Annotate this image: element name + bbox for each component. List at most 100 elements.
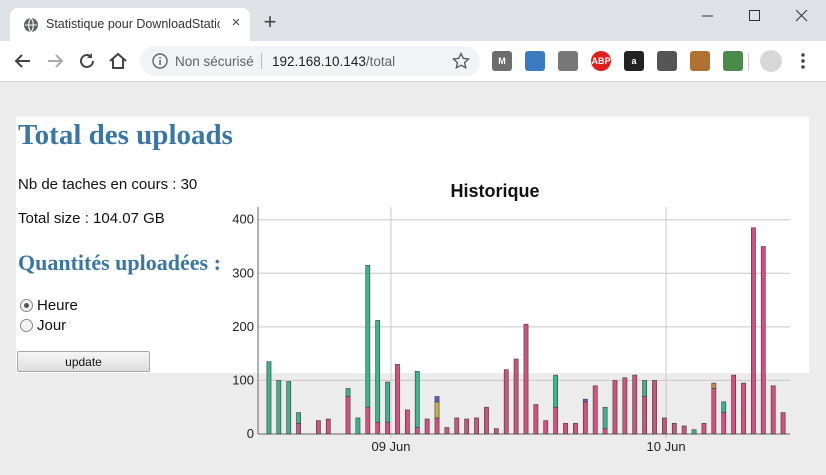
close-tab-icon[interactable]: × <box>226 13 246 33</box>
y-tick-label: 200 <box>232 319 254 334</box>
address-bar[interactable]: Non sécurisé 192.168.10.143/total <box>140 46 480 76</box>
history-chart: Historique 0 100 200 300 400 09 Jun 10 Jun <box>232 181 790 454</box>
bar-segment <box>622 377 628 435</box>
radio-heure[interactable]: Heure <box>20 296 78 314</box>
bar-segment <box>385 421 390 435</box>
bar-segment <box>602 406 608 429</box>
bar-segment <box>741 382 746 435</box>
bar-segment <box>316 420 321 435</box>
radio-heure-button[interactable] <box>20 298 33 312</box>
bar-segment <box>721 412 727 435</box>
bar-segment <box>652 380 657 435</box>
bar-segment <box>493 428 499 435</box>
bar-segment <box>770 385 776 435</box>
bar-segment <box>484 406 489 435</box>
back-icon[interactable] <box>12 50 34 72</box>
y-tick-label: 400 <box>232 212 254 227</box>
url-text[interactable]: 192.168.10.143/total <box>272 54 395 69</box>
adblock-icon[interactable]: ABP <box>591 51 611 71</box>
bar-segment <box>266 361 272 435</box>
bar-segment <box>414 427 420 435</box>
bar-segment <box>592 385 598 435</box>
update-button[interactable]: update <box>17 351 150 372</box>
bar-segment <box>642 396 648 435</box>
bar-segment <box>563 422 568 435</box>
bar-segment <box>325 418 331 435</box>
reload-icon[interactable] <box>76 50 98 72</box>
edit-extension-icon[interactable] <box>690 51 710 71</box>
bar-segment <box>355 417 361 435</box>
bulb-extension-icon[interactable] <box>657 51 677 71</box>
bar-segment <box>434 396 440 403</box>
bar-segment <box>395 364 400 435</box>
bar-segment <box>543 420 549 435</box>
minimize-button[interactable] <box>686 0 731 32</box>
bar-segment <box>701 422 707 435</box>
bar-segment <box>573 422 578 435</box>
bar-segment <box>780 412 786 435</box>
bar-segment <box>632 374 638 435</box>
bar-segment <box>582 401 588 435</box>
security-label: Non sécurisé <box>175 54 254 69</box>
browser-tab[interactable]: Statistique pour DownloadStation × <box>10 8 250 41</box>
bar-segment <box>662 417 667 435</box>
amazon-icon[interactable]: a <box>624 51 644 71</box>
gmail-icon[interactable]: M <box>492 51 512 71</box>
globe-icon <box>24 17 38 33</box>
bar-segment <box>375 320 381 423</box>
bar-segment <box>404 409 410 435</box>
bar-segment <box>276 380 282 435</box>
x-tick-label: 10 Jun <box>647 439 686 454</box>
bar-segment <box>424 418 430 435</box>
bar-segment <box>711 382 717 389</box>
info-icon[interactable] <box>152 53 168 69</box>
bar-segment <box>454 417 460 435</box>
reader-extension-icon[interactable] <box>723 51 743 71</box>
bar-segment <box>731 374 736 435</box>
radio-jour[interactable]: Jour <box>20 316 66 334</box>
bar-segment <box>533 404 539 435</box>
close-icon <box>796 10 808 22</box>
bar-segment <box>760 246 766 435</box>
bar-segment <box>474 417 479 435</box>
new-tab-button[interactable]: + <box>259 11 281 34</box>
url-host: 192.168.10.143 <box>272 54 366 69</box>
chat-extension-icon[interactable] <box>558 51 578 71</box>
bar-segment <box>434 401 440 419</box>
y-tick-label: 300 <box>232 265 254 280</box>
bar-segment <box>671 422 677 435</box>
bar-segment <box>345 388 351 397</box>
forward-icon[interactable] <box>44 50 66 72</box>
menu-dots-icon[interactable] <box>796 50 810 72</box>
bar-segment <box>345 396 351 435</box>
browser-toolbar: Non sécurisé 192.168.10.143/total M ABP a <box>0 41 826 82</box>
page-title: Total des uploads <box>18 119 233 151</box>
running-tasks-text: Nb de taches en cours : 30 <box>18 176 198 193</box>
bar-segment <box>414 371 420 428</box>
bar-segment <box>721 401 727 413</box>
y-tick-label: 100 <box>232 372 254 387</box>
bar-segment <box>286 381 292 435</box>
maximize-button[interactable] <box>733 0 778 32</box>
profile-avatar-icon[interactable] <box>760 50 782 72</box>
bar-segment <box>513 358 519 435</box>
total-size-text: Total size : 104.07 GB <box>18 210 165 227</box>
close-window-button[interactable] <box>780 0 825 32</box>
bar-segment <box>523 323 529 435</box>
bookmark-star-icon[interactable] <box>452 52 470 70</box>
url-path: /total <box>365 54 396 69</box>
bar-segment <box>365 264 371 408</box>
bar-segment <box>503 369 509 435</box>
minimize-icon <box>702 15 713 17</box>
bar-segment <box>553 374 559 408</box>
tab-title: Statistique pour DownloadStation <box>46 17 220 31</box>
radio-jour-button[interactable] <box>20 318 33 332</box>
bar-segment <box>464 418 470 435</box>
bar-segment <box>365 406 371 435</box>
bar-segment <box>434 417 440 435</box>
quantities-heading: Quantités uploadées : <box>18 250 221 275</box>
home-icon[interactable] <box>107 50 129 72</box>
radio-jour-label: Jour <box>37 316 67 334</box>
photo-extension-icon[interactable] <box>525 51 545 71</box>
bar-segment <box>375 421 381 435</box>
